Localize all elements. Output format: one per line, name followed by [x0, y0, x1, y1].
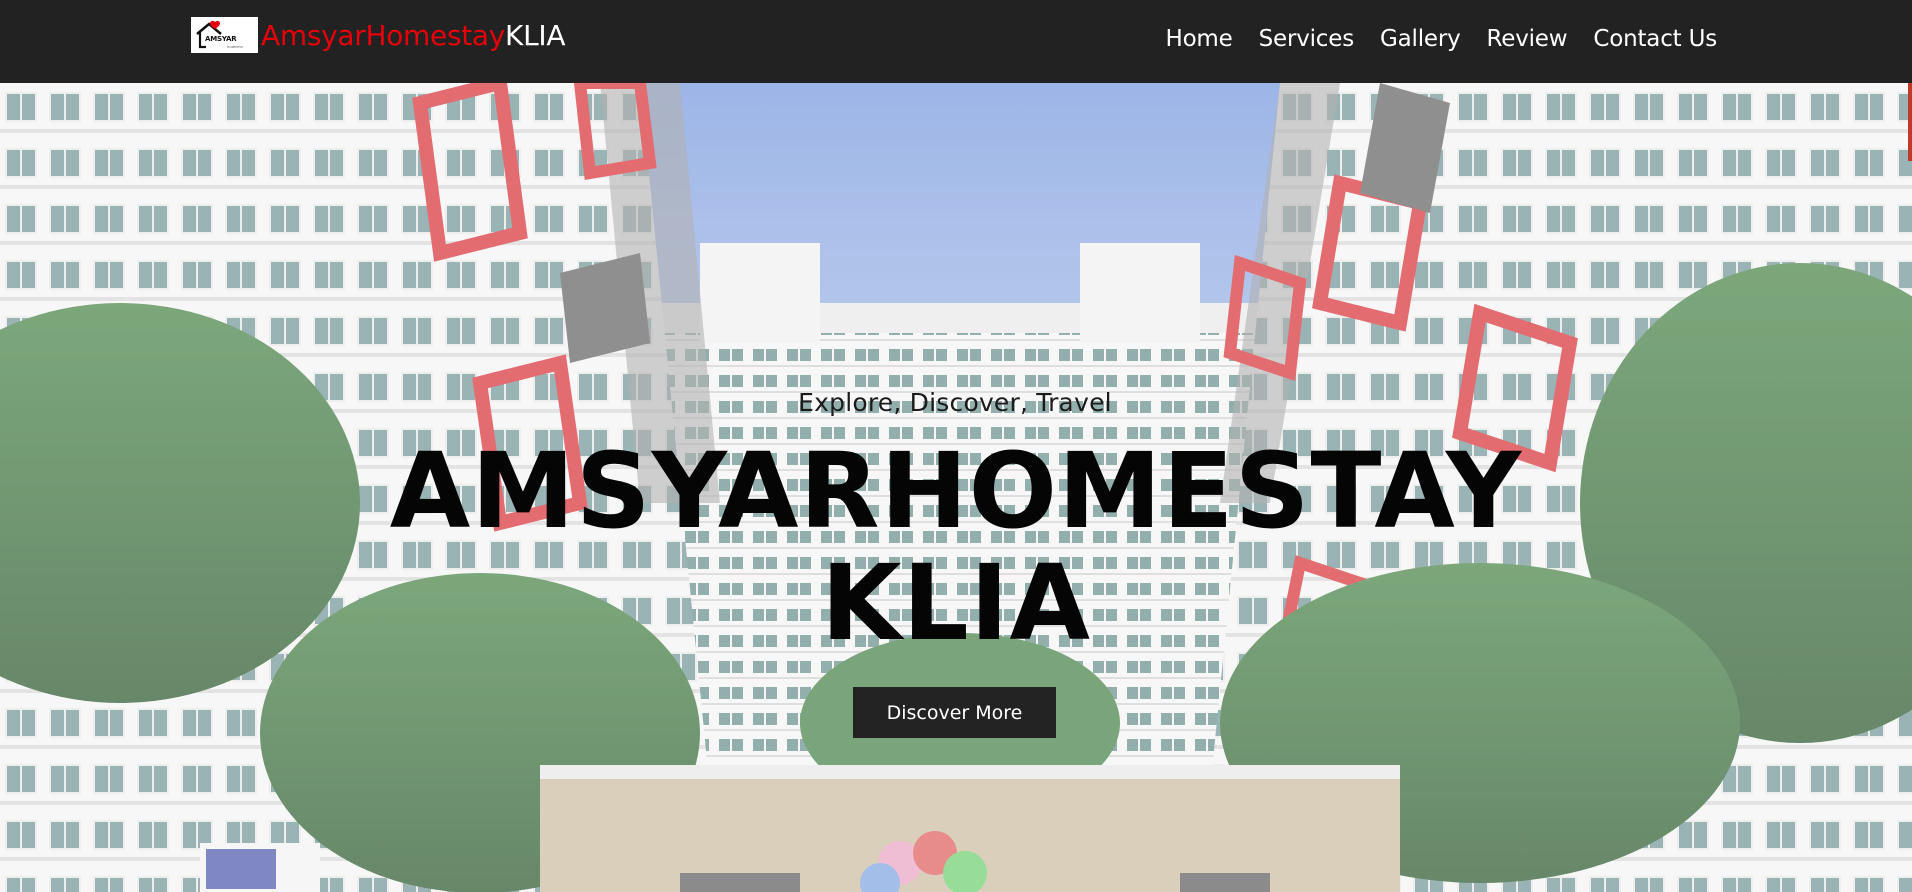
navbar: AMSYAR HOMESTAY AmsyarHomestay KLIA Home… [0, 0, 1912, 83]
nav-link-home[interactable]: Home [1165, 23, 1232, 55]
brand-name-white: KLIA [505, 18, 566, 52]
scroll-indicator [1908, 83, 1912, 161]
discover-more-button[interactable]: Discover More [853, 687, 1056, 738]
nav-link-services[interactable]: Services [1259, 23, 1355, 55]
hero-title: AMSYARHOMESTAY KLIA [0, 435, 1912, 659]
logo-text: AMSYAR [205, 35, 237, 43]
nav-link-gallery[interactable]: Gallery [1380, 23, 1461, 55]
nav-link-review[interactable]: Review [1487, 23, 1568, 55]
hero-tagline: Explore, Discover, Travel [798, 388, 1112, 417]
hero-title-line2: KLIA [820, 542, 1092, 664]
brand-name-red: AmsyarHomestay [261, 18, 506, 52]
brand-logo: AMSYAR HOMESTAY [191, 17, 258, 53]
nav-menu: Home Services Gallery Review Contact Us [1165, 23, 1717, 55]
hero-title-line1: AMSYARHOMESTAY [389, 430, 1523, 552]
hero-section: Explore, Discover, Travel AMSYARHOMESTAY… [0, 83, 1912, 892]
logo-subtext: HOMESTAY [227, 45, 244, 49]
hero-content: Explore, Discover, Travel AMSYARHOMESTAY… [0, 83, 1912, 892]
brand-link[interactable]: AMSYAR HOMESTAY AmsyarHomestay KLIA [191, 17, 566, 53]
nav-link-contact-us[interactable]: Contact Us [1593, 23, 1717, 55]
